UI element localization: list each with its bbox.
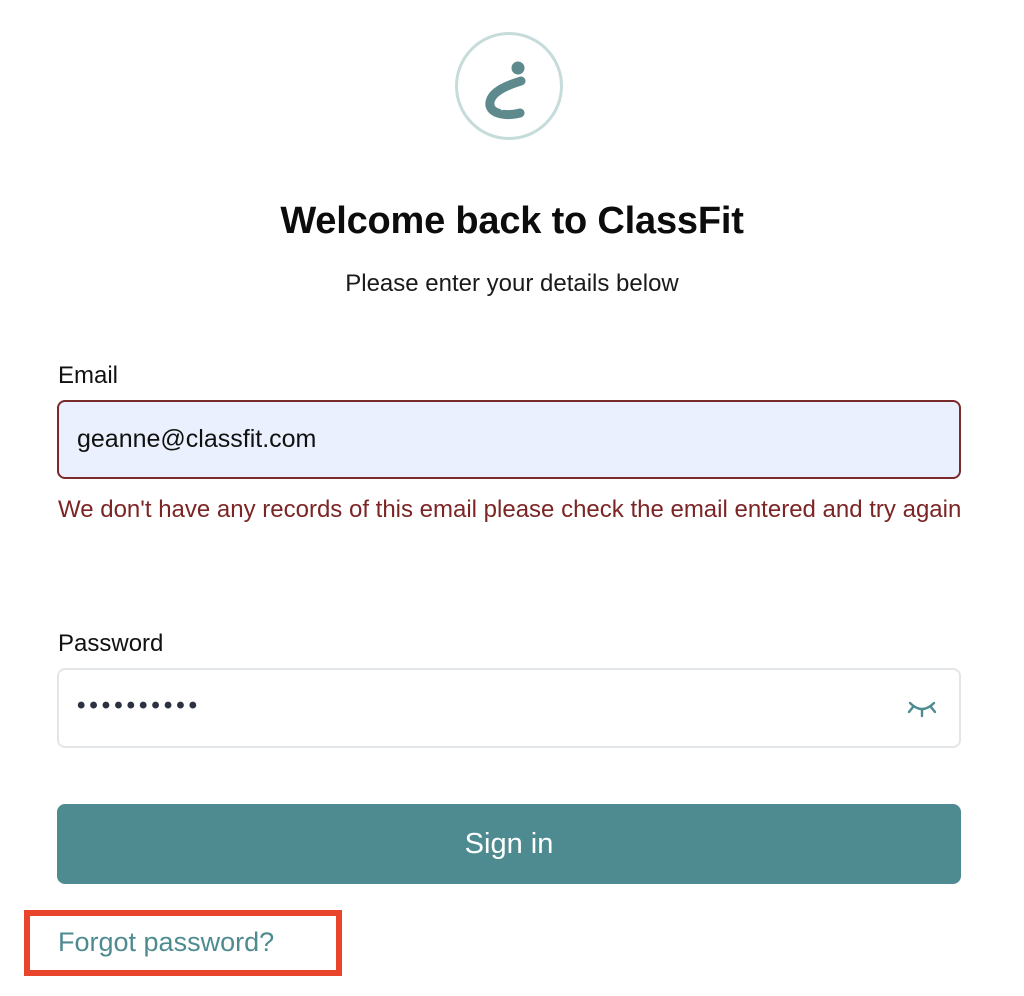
- email-error-message: We don't have any records of this email …: [58, 496, 962, 523]
- email-label: Email: [58, 362, 119, 389]
- sign-in-button[interactable]: Sign in: [57, 804, 961, 884]
- classfit-logo-icon: [455, 32, 563, 140]
- login-page: Welcome back to ClassFit Please enter yo…: [0, 0, 1024, 996]
- eye-closed-icon[interactable]: [907, 695, 937, 721]
- password-label: Password: [58, 630, 164, 657]
- password-value: ••••••••••: [77, 692, 202, 719]
- classfit-logo-mark: [485, 61, 526, 120]
- email-field[interactable]: [57, 400, 961, 479]
- page-title: Welcome back to ClassFit: [280, 200, 744, 242]
- page-subtitle: Please enter your details below: [345, 270, 679, 297]
- password-field[interactable]: ••••••••••: [57, 668, 961, 748]
- forgot-password-link[interactable]: Forgot password?: [58, 927, 274, 958]
